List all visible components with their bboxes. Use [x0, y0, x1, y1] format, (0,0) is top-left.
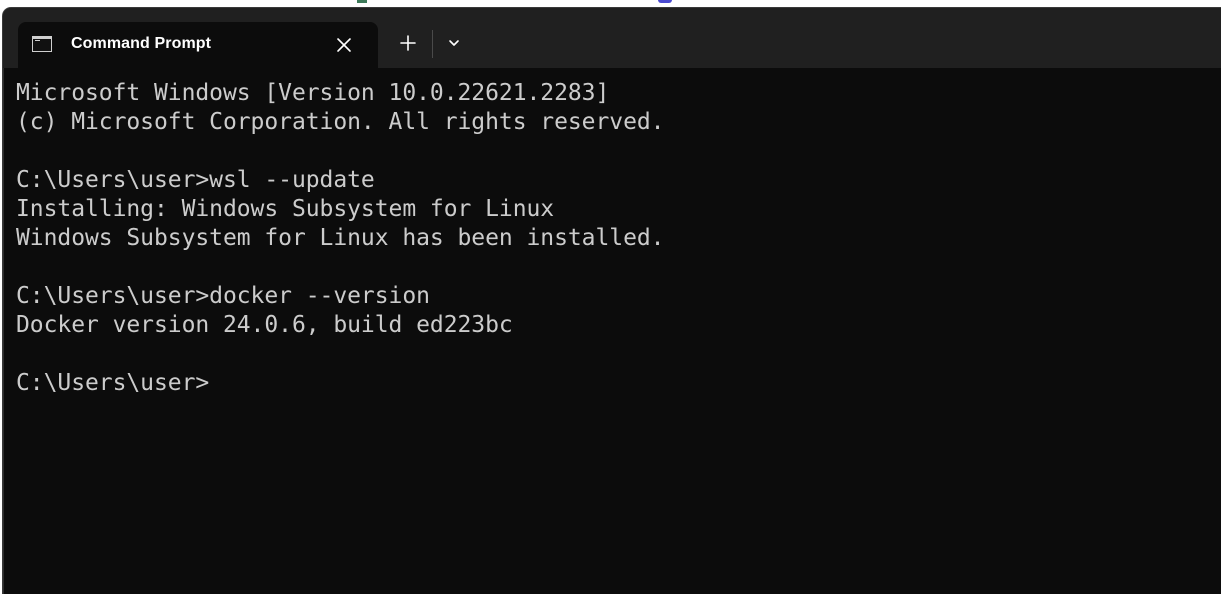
tab-title: Command Prompt	[71, 35, 212, 52]
tab-command-prompt[interactable]: Command Prompt	[18, 22, 378, 68]
terminal-window: Command Prompt Microsoft Windows [Versio	[3, 8, 1221, 594]
terminal-output-area[interactable]: Microsoft Windows [Version 10.0.22621.22…	[3, 68, 1221, 594]
plus-icon	[400, 35, 416, 51]
terminal-line: C:\Users\user>wsl --update	[16, 167, 375, 193]
terminal-line: C:\Users\user>docker --version	[16, 283, 430, 309]
terminal-prompt: C:\Users\user>	[16, 370, 210, 396]
terminal-output: Microsoft Windows [Version 10.0.22621.22…	[16, 79, 665, 398]
close-icon	[337, 38, 351, 52]
terminal-line: Microsoft Windows [Version 10.0.22621.22…	[16, 80, 610, 106]
title-bar: Command Prompt	[3, 8, 1221, 68]
chevron-down-icon	[449, 40, 459, 46]
new-tab-button[interactable]	[393, 28, 423, 58]
terminal-line: Installing: Windows Subsystem for Linux	[16, 196, 555, 222]
terminal-icon	[32, 36, 52, 52]
background-app-edge	[658, 0, 672, 3]
tab-close-button[interactable]	[330, 31, 358, 59]
terminal-line: (c) Microsoft Corporation. All rights re…	[16, 109, 665, 135]
terminal-line: Docker version 24.0.6, build ed223bc	[16, 312, 513, 338]
terminal-line: Windows Subsystem for Linux has been ins…	[16, 225, 665, 251]
tab-dropdown-button[interactable]	[439, 28, 469, 58]
toolbar-divider	[432, 30, 433, 58]
background-app-edge	[357, 0, 367, 3]
